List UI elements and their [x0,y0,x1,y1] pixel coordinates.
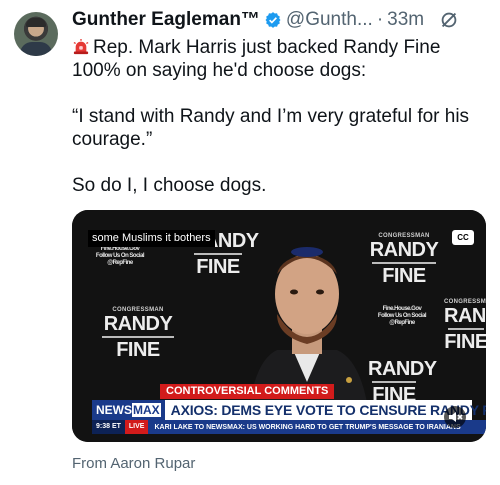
breaking-banner: CONTROVERSIAL COMMENTS [160,384,335,399]
tweet-header: Gunther Eagleman™ @Gunth... · 33m [72,8,490,32]
tweet-paragraph-1-text: Rep. Mark Harris just backed Randy Fine … [72,37,441,81]
backdrop-sign: CONGRESSMAN RANDY FINE [444,299,486,354]
mute-icon[interactable] [444,406,466,428]
ticker-text: KARI LAKE TO NEWSMAX: US WORKING HARD TO… [154,423,461,431]
sign-web: Fine.House.Gov [100,246,140,252]
news-headline: AXIOS: DEMS EYE VOTE TO CENSURE RANDY FI… [170,402,486,418]
sign-name-last: FINE [116,339,160,362]
avatar-shirt [20,42,52,56]
grok-icon[interactable] [438,9,460,31]
sign-follow: Follow Us On Social [95,253,145,259]
news-ticker: 9:38 ET LIVE KARI LAKE TO NEWSMAX: US WO… [92,420,486,434]
tweet-paragraph-3: So do I, I choose dogs. [72,175,267,196]
sign-name-first: RANDY [444,305,486,328]
ticker-time: 9:38 ET [92,420,125,434]
newsmax-logo-b: MAX [132,403,161,417]
tweet-paragraph-2: “I stand with Randy and I’m very gratefu… [72,106,470,150]
tweet-text: Rep. Mark Harris just backed Randy Fine … [72,36,492,197]
avatar[interactable] [14,12,58,56]
newsmax-logo: NEWSMAX [92,400,165,420]
siren-icon [73,39,89,55]
sign-name-last: FINE [382,265,426,288]
backdrop-sign: CONGRESSMAN RANDY FINE [98,307,178,362]
backdrop-sign: Fine.House.Gov Follow Us On Social @RepF… [80,246,160,267]
from-credit[interactable]: From Aaron Rupar [72,455,195,472]
sign-name-first: RANDY [369,239,439,262]
sign-handle: @RepFine [107,260,133,266]
newsmax-logo-a: NEWS [96,403,132,417]
sign-name-last: FINE [444,331,486,354]
tweet-paragraph-1: Rep. Mark Harris just backed Randy Fine … [72,36,492,82]
author-handle[interactable]: @Gunth... [286,9,373,31]
video-player[interactable]: Fine.House.Gov Follow Us On Social @RepF… [72,210,486,442]
separator-dot: · [376,9,384,30]
backdrop-sign: CONGRESSMAN RANDY FINE [368,233,440,288]
avatar-cap [26,18,46,27]
tweet-time[interactable]: 33m [387,9,424,31]
sign-name-first: RANDY [103,313,173,336]
cc-icon[interactable]: CC [452,230,474,245]
closed-caption: some Muslims it bothers [88,230,215,247]
ticker-live-badge: LIVE [124,420,149,434]
verified-badge-icon [265,12,281,28]
lower-third: NEWSMAX AXIOS: DEMS EYE VOTE TO CENSURE … [92,400,486,420]
author-name[interactable]: Gunther Eagleman™ [72,9,260,31]
